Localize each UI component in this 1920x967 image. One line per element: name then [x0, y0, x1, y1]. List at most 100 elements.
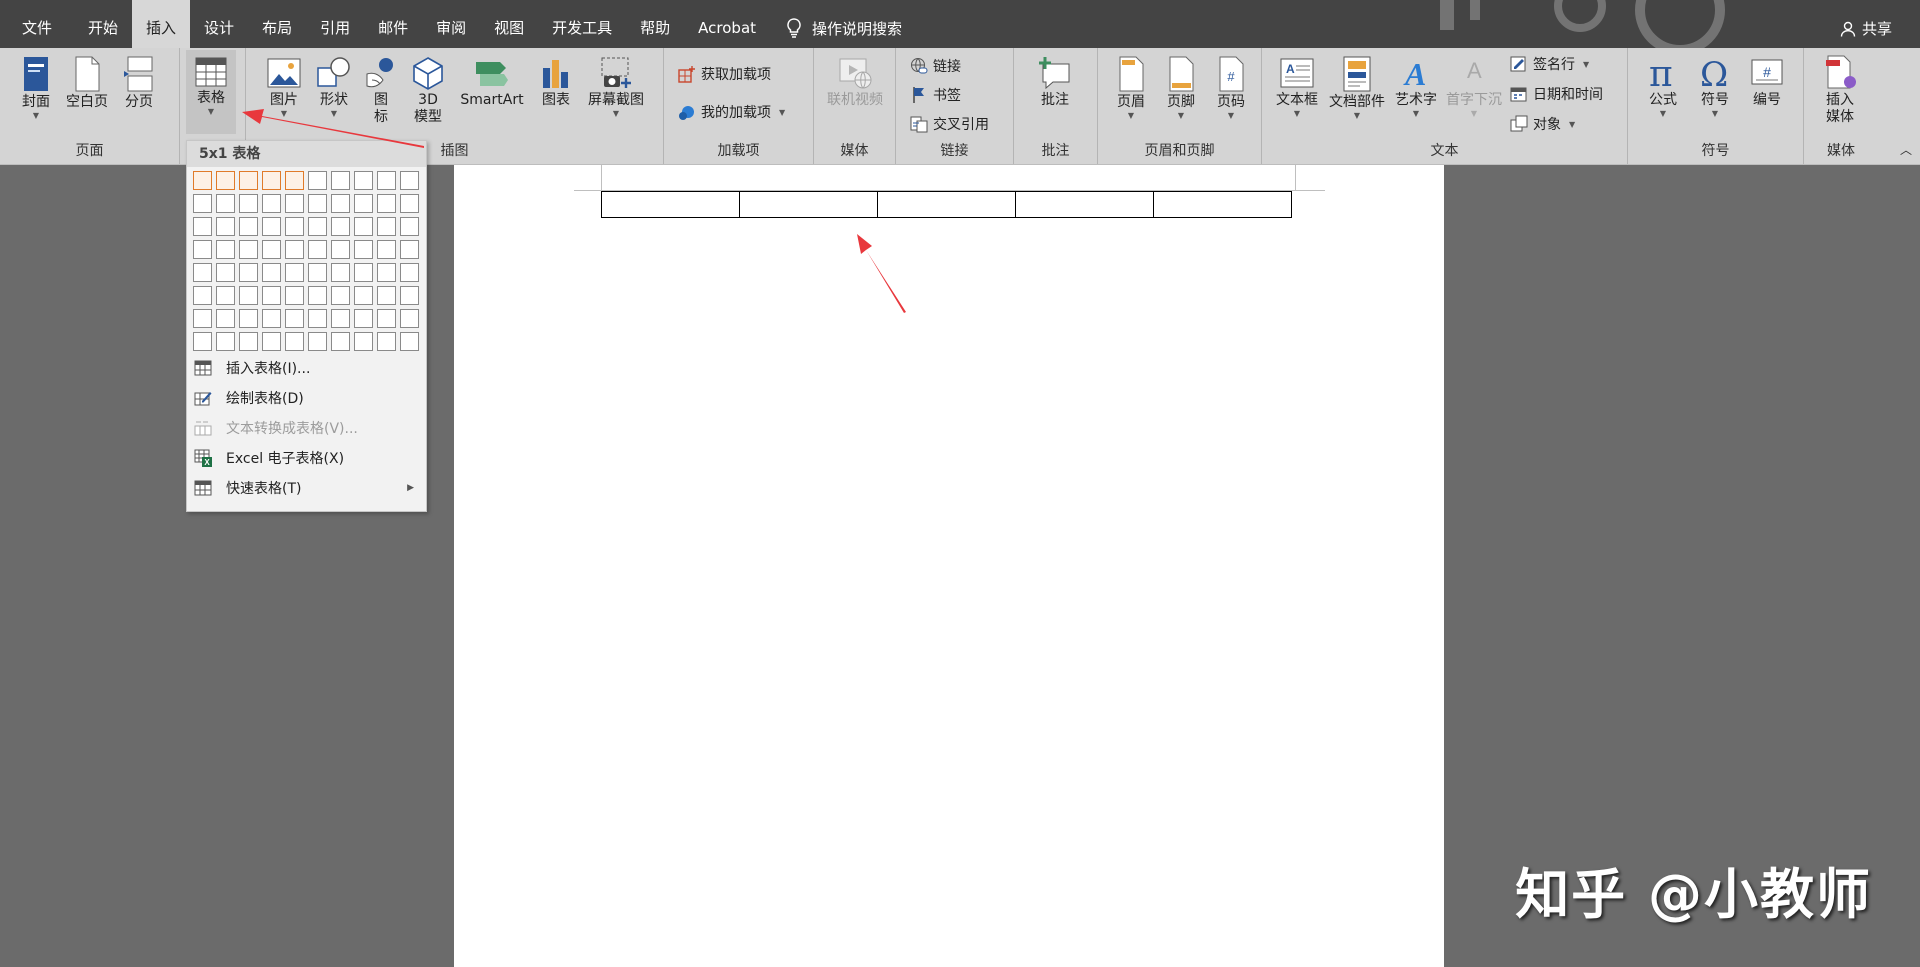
table-size-cell[interactable] — [262, 332, 281, 351]
table-size-cell[interactable] — [331, 309, 350, 328]
chart-button[interactable]: 图表 — [536, 56, 576, 109]
table-size-cell[interactable] — [262, 309, 281, 328]
signature-line-button[interactable]: 签名行 ▼ — [1510, 54, 1589, 74]
footer-button[interactable]: 页脚 ▼ — [1158, 56, 1204, 121]
date-time-button[interactable]: 日期和时间 — [1510, 84, 1603, 104]
table-size-cell[interactable] — [193, 194, 212, 213]
shapes-button[interactable]: 形状 ▼ — [312, 56, 356, 119]
table-size-cell[interactable] — [308, 309, 327, 328]
table-size-cell[interactable] — [331, 240, 350, 259]
tab-review[interactable]: 审阅 — [422, 0, 480, 48]
table-size-cell[interactable] — [239, 171, 258, 190]
table-size-cell[interactable] — [331, 332, 350, 351]
table-size-cell[interactable] — [331, 171, 350, 190]
table-size-cell[interactable] — [354, 263, 373, 282]
table-cell[interactable] — [1015, 191, 1154, 218]
my-addins-button[interactable]: 我的加载项 ▼ — [678, 102, 785, 122]
table-size-cell[interactable] — [193, 309, 212, 328]
table-size-cell[interactable] — [377, 171, 396, 190]
table-size-cell[interactable] — [354, 171, 373, 190]
tab-developer[interactable]: 开发工具 — [538, 0, 626, 48]
table-size-cell[interactable] — [239, 194, 258, 213]
page-break-button[interactable]: 分页 — [116, 56, 162, 111]
table-size-cell[interactable] — [239, 263, 258, 282]
table-size-cell[interactable] — [216, 171, 235, 190]
icons-button[interactable]: 图 标 — [360, 56, 402, 126]
table-size-cell[interactable] — [262, 194, 281, 213]
table-size-cell[interactable] — [193, 171, 212, 190]
table-size-cell[interactable] — [308, 286, 327, 305]
table-size-cell[interactable] — [262, 171, 281, 190]
table-size-cell[interactable] — [216, 286, 235, 305]
table-size-cell[interactable] — [308, 194, 327, 213]
table-size-cell[interactable] — [400, 286, 419, 305]
table-cell[interactable] — [601, 191, 740, 218]
tab-design[interactable]: 设计 — [190, 0, 248, 48]
table-size-cell[interactable] — [354, 240, 373, 259]
table-size-cell[interactable] — [331, 217, 350, 236]
table-size-cell[interactable] — [377, 217, 396, 236]
tab-view[interactable]: 视图 — [480, 0, 538, 48]
table-size-cell[interactable] — [354, 332, 373, 351]
bookmark-button[interactable]: 书签 — [910, 85, 961, 105]
table-size-cell[interactable] — [377, 240, 396, 259]
table-size-cell[interactable] — [308, 240, 327, 259]
table-size-cell[interactable] — [400, 194, 419, 213]
table-size-cell[interactable] — [308, 263, 327, 282]
picture-button[interactable]: 图片 ▼ — [262, 56, 306, 119]
quick-tables-menu-item[interactable]: 快速表格(T) ▶ — [187, 473, 426, 503]
table-size-cell[interactable] — [285, 309, 304, 328]
table-size-cell[interactable] — [239, 240, 258, 259]
tab-insert[interactable]: 插入 — [132, 0, 191, 48]
equation-button[interactable]: π 公式 ▼ — [1640, 56, 1686, 119]
table-size-cell[interactable] — [308, 332, 327, 351]
table-cell[interactable] — [1153, 191, 1292, 218]
table-size-cell[interactable] — [262, 217, 281, 236]
tab-mailings[interactable]: 邮件 — [364, 0, 422, 48]
table-size-cell[interactable] — [193, 217, 212, 236]
table-size-cell[interactable] — [354, 286, 373, 305]
table-size-cell[interactable] — [400, 309, 419, 328]
table-cell[interactable] — [877, 191, 1016, 218]
number-button[interactable]: # 编号 — [1744, 56, 1790, 109]
page-number-button[interactable]: # 页码 ▼ — [1208, 56, 1254, 121]
insert-media-button[interactable]: 插入 媒体 — [1812, 54, 1868, 126]
table-size-cell[interactable] — [285, 263, 304, 282]
tab-references[interactable]: 引用 — [306, 0, 364, 48]
drop-cap-button[interactable]: A 首字下沉 ▼ — [1442, 56, 1506, 119]
tab-file[interactable]: 文件 — [0, 0, 74, 48]
draw-table-menu-item[interactable]: 绘制表格(D) — [187, 383, 426, 413]
3d-models-button[interactable]: 3D 模型 — [406, 56, 450, 126]
table-size-cell[interactable] — [216, 332, 235, 351]
tell-me-search[interactable]: 操作说明搜索 — [786, 10, 902, 39]
table-size-cell[interactable] — [193, 240, 212, 259]
table-size-cell[interactable] — [377, 309, 396, 328]
table-size-cell[interactable] — [239, 332, 258, 351]
table-size-cell[interactable] — [239, 217, 258, 236]
table-size-cell[interactable] — [262, 263, 281, 282]
table-size-cell[interactable] — [354, 217, 373, 236]
cross-reference-button[interactable]: 交叉引用 — [910, 114, 989, 134]
table-size-cell[interactable] — [216, 240, 235, 259]
table-size-cell[interactable] — [308, 171, 327, 190]
table-cell[interactable] — [739, 191, 878, 218]
table-button[interactable]: 表格 ▼ — [186, 50, 236, 134]
table-size-cell[interactable] — [400, 217, 419, 236]
table-size-cell[interactable] — [377, 194, 396, 213]
smartart-button[interactable]: SmartArt — [458, 56, 526, 109]
collapse-ribbon-icon[interactable]: ︿ — [1900, 141, 1912, 158]
header-button[interactable]: 页眉 ▼ — [1108, 56, 1154, 121]
table-size-cell[interactable] — [285, 332, 304, 351]
table-size-cell[interactable] — [400, 171, 419, 190]
blank-page-button[interactable]: 空白页 — [62, 56, 112, 111]
table-size-cell[interactable] — [193, 286, 212, 305]
table-size-cell[interactable] — [308, 217, 327, 236]
wordart-button[interactable]: A 艺术字 ▼ — [1390, 56, 1442, 119]
tab-help[interactable]: 帮助 — [626, 0, 684, 48]
excel-spreadsheet-menu-item[interactable]: X Excel 电子表格(X) — [187, 443, 426, 473]
table-size-cell[interactable] — [216, 194, 235, 213]
table-size-cell[interactable] — [216, 309, 235, 328]
table-size-cell[interactable] — [400, 332, 419, 351]
table-size-cell[interactable] — [331, 286, 350, 305]
text-box-button[interactable]: A 文本框 ▼ — [1272, 56, 1322, 119]
